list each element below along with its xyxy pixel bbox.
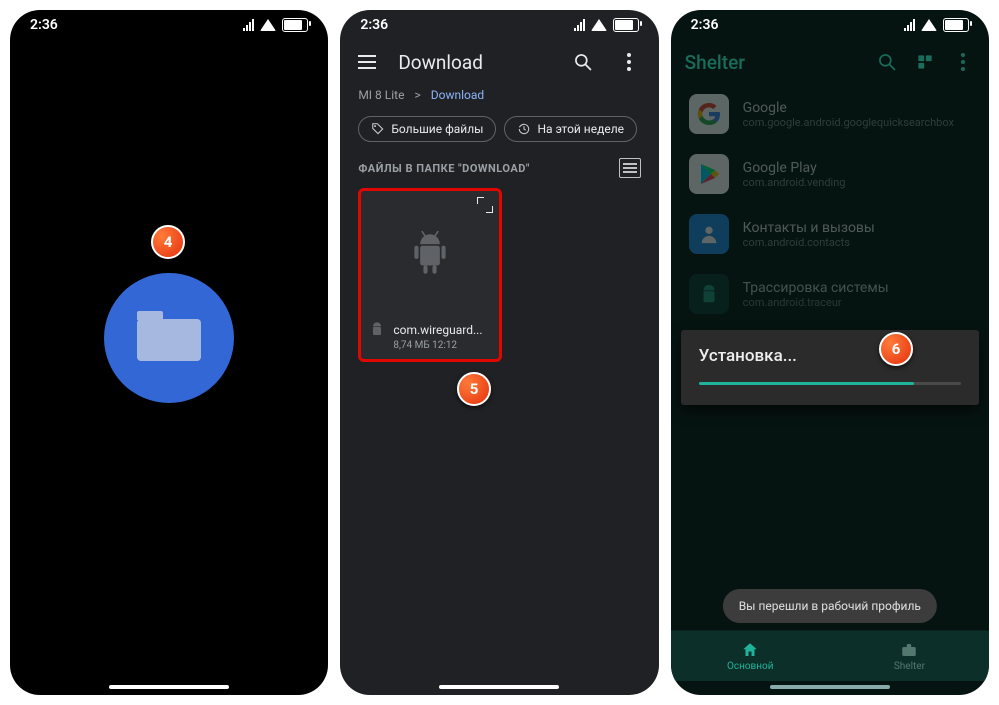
app-bar: Download	[340, 40, 658, 82]
chevron-right-icon: >	[414, 88, 420, 102]
status-bar: 2:36	[10, 10, 328, 40]
android-icon	[410, 231, 450, 277]
chip-big-files[interactable]: Большие файлы	[358, 116, 496, 142]
breadcrumb-current[interactable]: Download	[431, 88, 484, 102]
install-title: Установка...	[699, 346, 961, 366]
callout-6: 6	[879, 332, 913, 366]
app-list-item[interactable]: Googlecom.google.android.googlequicksear…	[671, 84, 989, 144]
status-time: 2:36	[30, 17, 58, 33]
app-bar: Shelter	[671, 40, 989, 84]
app-list-item[interactable]: Google Playcom.android.vending	[671, 144, 989, 204]
callout-5: 5	[457, 372, 491, 406]
expand-icon[interactable]	[477, 197, 493, 213]
tab-label: Основной	[727, 661, 774, 672]
app-item-title: Трассировка системы	[743, 280, 889, 296]
app-item-title: Контакты и вызовы	[743, 220, 875, 236]
overflow-menu-icon[interactable]	[617, 50, 641, 74]
files-app-icon[interactable]	[104, 273, 234, 403]
screen-1-files-splash: 2:36	[10, 10, 328, 695]
gesture-bar[interactable]	[109, 685, 229, 689]
tab-main[interactable]: Основной	[671, 631, 830, 681]
work-profile-toast: Вы перешли в рабочий профиль	[723, 589, 937, 623]
chip-label: Большие файлы	[391, 122, 483, 136]
filter-chips: Большие файлы На этой неделе	[340, 108, 658, 156]
app-item-title: Google	[743, 100, 954, 116]
status-icons	[243, 18, 308, 32]
section-header: ФАЙЛЫ В ПАПКЕ "DOWNLOAD"	[358, 162, 530, 175]
search-icon	[877, 52, 897, 72]
file-name: com.wireguard...	[393, 323, 482, 337]
signal-icon	[904, 19, 915, 31]
page-title: Download	[398, 51, 548, 74]
google-play-icon	[689, 154, 729, 194]
traceur-icon	[689, 274, 729, 314]
app-list-item[interactable]: Трассировка системыcom.android.traceur	[671, 264, 989, 324]
briefcase-icon	[900, 641, 918, 659]
home-icon	[741, 641, 759, 659]
status-icons	[904, 18, 969, 32]
tab-shelter[interactable]: Shelter	[830, 631, 989, 681]
screen-3-shelter: 2:36 Shelter Googlecom.google.android.go…	[671, 10, 989, 695]
wifi-icon	[260, 19, 276, 31]
app-item-pkg: com.android.traceur	[743, 296, 889, 309]
app-list-item[interactable]: Контакты и вызовыcom.android.contacts	[671, 204, 989, 264]
file-meta: 8,74 МБ 12:12	[361, 340, 499, 351]
wifi-icon	[921, 19, 937, 31]
callout-4: 4	[151, 225, 185, 259]
wifi-icon	[591, 19, 607, 31]
google-icon	[689, 94, 729, 134]
search-icon	[573, 52, 593, 72]
folder-icon	[137, 311, 201, 361]
screen-2-file-manager: 2:36 Download MI 8 Lite > Download Больш…	[340, 10, 658, 695]
install-progressbar	[699, 382, 961, 385]
file-thumbnail	[361, 191, 499, 317]
chip-label: На этой неделе	[537, 122, 624, 136]
status-time: 2:36	[691, 17, 719, 33]
splash-body	[10, 40, 328, 695]
app-item-pkg: com.android.contacts	[743, 236, 875, 249]
search-button[interactable]	[875, 50, 899, 74]
history-icon	[517, 122, 531, 136]
battery-icon	[613, 18, 639, 32]
signal-icon	[243, 19, 254, 31]
tag-icon	[371, 122, 385, 136]
file-card-apk[interactable]: com.wireguard... 8,74 МБ 12:12	[358, 188, 502, 362]
gesture-bar[interactable]	[770, 685, 890, 689]
status-time: 2:36	[360, 17, 388, 33]
app-item-title: Google Play	[743, 160, 846, 176]
app-item-pkg: com.android.vending	[743, 176, 846, 189]
tab-label: Shelter	[894, 661, 925, 672]
gesture-bar[interactable]	[439, 685, 559, 689]
section-header-row: ФАЙЛЫ В ПАПКЕ "DOWNLOAD"	[340, 156, 658, 188]
hamburger-icon[interactable]	[358, 55, 376, 69]
status-bar: 2:36	[671, 10, 989, 40]
battery-icon	[943, 18, 969, 32]
battery-icon	[282, 18, 308, 32]
status-icons	[574, 18, 639, 32]
app-item-pkg: com.google.android.googlequicksearchbox	[743, 116, 954, 129]
overflow-menu-icon[interactable]	[951, 50, 975, 74]
chip-this-week[interactable]: На этой неделе	[504, 116, 637, 142]
breadcrumb-root[interactable]: MI 8 Lite	[358, 88, 404, 102]
app-title: Shelter	[685, 51, 861, 74]
android-icon	[369, 321, 385, 340]
install-dialog: Установка...	[681, 330, 979, 405]
search-button[interactable]	[571, 50, 595, 74]
settings-icon[interactable]	[913, 50, 937, 74]
bottom-tabs: Основной Shelter	[671, 630, 989, 681]
breadcrumb: MI 8 Lite > Download	[340, 82, 658, 108]
status-bar: 2:36	[340, 10, 658, 40]
signal-icon	[574, 19, 585, 31]
list-view-toggle-icon[interactable]	[619, 158, 641, 178]
contacts-icon	[689, 214, 729, 254]
